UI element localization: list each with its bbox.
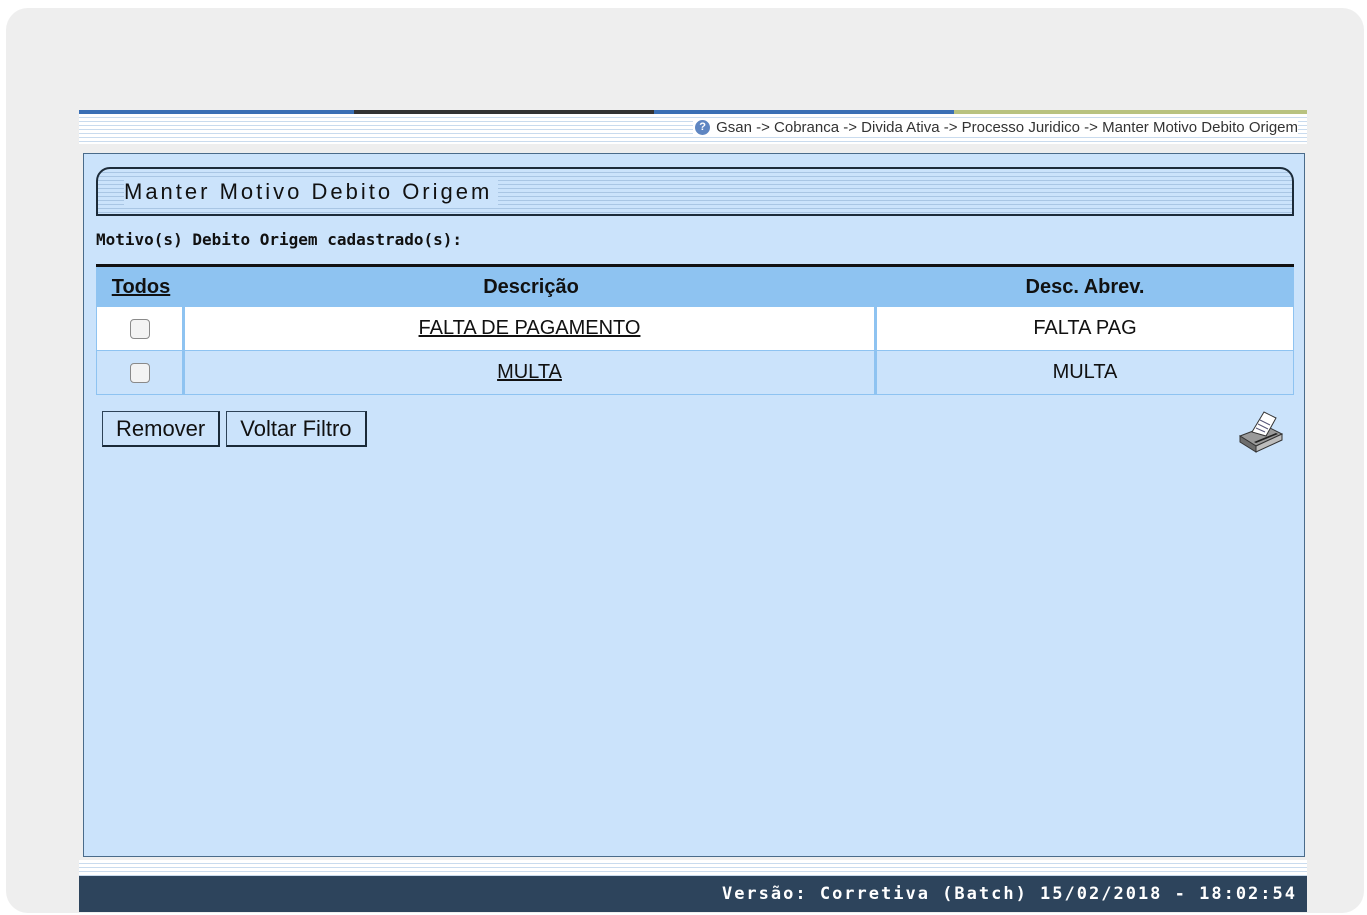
row-checkbox[interactable] — [129, 362, 150, 383]
browser-frame: ? Gsan -> Cobranca -> Divida Ativa -> Pr… — [6, 8, 1364, 913]
footer-lines — [79, 860, 1307, 876]
main-panel: Manter Motivo Debito Origem Motivo(s) De… — [83, 153, 1305, 857]
select-all-link[interactable]: Todos — [96, 276, 186, 299]
table-row: FALTA DE PAGAMENTO FALTA PAG — [96, 307, 1294, 351]
breadcrumb: ? Gsan -> Cobranca -> Divida Ativa -> Pr… — [693, 118, 1298, 136]
row-checkbox[interactable] — [129, 318, 150, 339]
abbrev-cell: FALTA PAG — [1033, 317, 1137, 339]
action-buttons: Remover Voltar Filtro — [102, 411, 367, 447]
breadcrumb-text: Gsan -> Cobranca -> Divida Ativa -> Proc… — [716, 118, 1298, 136]
column-header-abbrev: Desc. Abrev. — [1025, 275, 1145, 298]
page-title-box: Manter Motivo Debito Origem — [96, 167, 1294, 216]
printer-icon[interactable] — [1232, 406, 1288, 458]
page-title: Manter Motivo Debito Origem — [124, 179, 499, 205]
table-row: MULTA MULTA — [96, 351, 1294, 395]
remove-button[interactable]: Remover — [102, 411, 221, 447]
description-link[interactable]: FALTA DE PAGAMENTO — [185, 307, 877, 350]
description-link[interactable]: MULTA — [185, 351, 877, 394]
abbrev-cell: MULTA — [1052, 361, 1118, 383]
column-header-description: Descrição — [483, 275, 579, 298]
back-to-filter-button[interactable]: Voltar Filtro — [226, 411, 367, 447]
results-table: Todos Descrição Desc. Abrev. FALTA DE PA… — [96, 264, 1294, 395]
version-footer: Versão: Corretiva (Batch) 15/02/2018 - 1… — [79, 876, 1307, 912]
help-icon[interactable]: ? — [695, 119, 711, 135]
table-header: Todos Descrição Desc. Abrev. — [96, 267, 1294, 307]
results-subtitle: Motivo(s) Debito Origem cadastrado(s): — [96, 230, 463, 249]
